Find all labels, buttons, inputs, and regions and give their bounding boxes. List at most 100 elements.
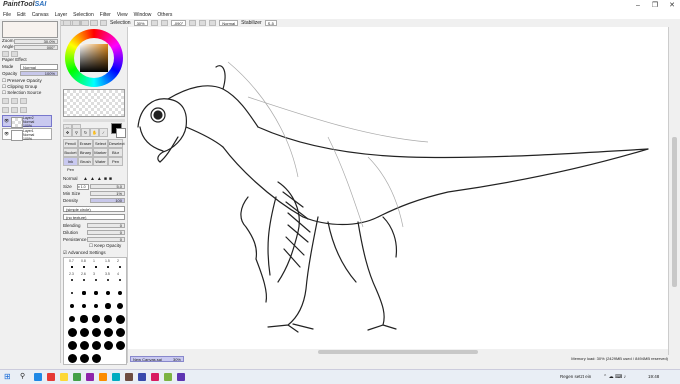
brush-size-dot[interactable] — [103, 314, 113, 324]
brush-size-dot[interactable] — [71, 266, 73, 268]
tool-select[interactable]: Select — [93, 139, 108, 148]
navigator-preview[interactable] — [2, 21, 58, 38]
zoom-in-button[interactable] — [160, 20, 168, 26]
size-multiplier-select[interactable]: x 1.0 — [77, 184, 89, 190]
brush-size-dot[interactable] — [81, 303, 87, 309]
tool-binary[interactable]: Binary — [78, 148, 93, 157]
search-icon[interactable]: ⚲ — [20, 373, 25, 381]
angle-slider[interactable]: 000° — [14, 45, 58, 50]
min-size-slider[interactable]: 1% — [90, 191, 125, 196]
dilution-slider[interactable]: 0 — [87, 230, 125, 235]
menu-filter[interactable]: Filter — [97, 11, 114, 19]
rotate-tool[interactable]: ↻ — [81, 128, 90, 137]
menu-window[interactable]: Window — [131, 11, 155, 19]
mode-select[interactable]: Normal — [219, 20, 239, 26]
secondary-color-swatch[interactable] — [116, 128, 126, 138]
brush-size-dot[interactable] — [118, 291, 122, 295]
brush-size-dot[interactable] — [68, 315, 76, 323]
brush-shape-selector[interactable]: ▲▲▲■■ — [83, 176, 114, 182]
size-slider[interactable]: 5.0 — [90, 184, 125, 189]
rotate-right-button[interactable] — [199, 20, 207, 26]
hsv-mode-button[interactable] — [81, 20, 89, 26]
brush-size-dot[interactable] — [119, 266, 121, 268]
brush-size-dot[interactable] — [79, 327, 89, 337]
tool-ink-pen[interactable]: Ink Pen — [63, 157, 78, 172]
taskbar-app-icon[interactable] — [73, 373, 81, 381]
menu-file[interactable]: File — [0, 11, 14, 19]
taskbar-app-icon[interactable] — [138, 373, 146, 381]
brush-size-dot[interactable] — [94, 278, 98, 282]
tool-brush[interactable]: Brush — [78, 157, 93, 166]
new-layer-button[interactable] — [2, 98, 9, 104]
taskbar-app-icon[interactable] — [60, 373, 68, 381]
taskbar-app-icon[interactable] — [151, 373, 159, 381]
vertical-scroll-thumb[interactable] — [672, 137, 677, 287]
scratchpad[interactable] — [63, 89, 125, 117]
layer-item-layer2[interactable]: 👁 Layer2 Normal 100% — [2, 115, 52, 128]
brush-shape-select[interactable]: (simple circle) — [63, 206, 125, 212]
blending-slider[interactable]: 0 — [87, 223, 125, 228]
opacity-slider[interactable]: 100% — [20, 71, 58, 76]
brush-size-dot[interactable] — [106, 278, 110, 282]
rgb-mode-button[interactable] — [72, 20, 80, 26]
paper-effect-label[interactable]: Paper Effect — [2, 57, 27, 63]
advanced-settings-checkbox[interactable]: ☑ Advanced Settings — [63, 250, 106, 256]
windows-start-icon[interactable]: ⊞ — [4, 373, 11, 381]
brush-size-dot[interactable] — [115, 327, 125, 337]
clear-layer-button[interactable] — [11, 107, 18, 113]
brush-size-dot[interactable] — [80, 315, 88, 323]
blend-mode-label[interactable]: Normal — [63, 176, 78, 182]
brush-size-dot[interactable] — [115, 340, 125, 350]
brush-size-dot[interactable] — [79, 340, 89, 350]
zoom-slider[interactable]: 30.0% — [14, 39, 58, 44]
brush-size-dot[interactable] — [70, 291, 74, 295]
brush-size-dot[interactable] — [91, 327, 101, 337]
brush-size-dot[interactable] — [103, 327, 113, 337]
brush-size-dot[interactable] — [118, 278, 122, 282]
eyedropper-tool[interactable]: ⁄ — [99, 128, 108, 137]
swatches-button[interactable] — [90, 20, 98, 26]
merge-down-button[interactable] — [2, 107, 9, 113]
tool-bucket[interactable]: Bucket — [63, 148, 78, 157]
menu-selection[interactable]: Selection — [70, 11, 97, 19]
brush-size-dot[interactable] — [71, 279, 73, 281]
brush-size-dot[interactable] — [117, 303, 123, 309]
brush-size-dot[interactable] — [105, 303, 111, 309]
show-selection-checkbox[interactable] — [100, 20, 107, 26]
brush-size-dot[interactable] — [107, 266, 109, 268]
menu-others[interactable]: Others — [154, 11, 175, 19]
tool-pen[interactable]: Pen — [108, 157, 123, 166]
brush-size-dot[interactable] — [91, 340, 101, 350]
eye-icon[interactable]: 👁 — [4, 131, 9, 136]
horizontal-scroll-thumb[interactable] — [318, 350, 478, 354]
brush-size-dot[interactable] — [91, 353, 101, 363]
taskbar-app-icon[interactable] — [164, 373, 172, 381]
taskbar-app-icon[interactable] — [34, 373, 42, 381]
selection-source-checkbox[interactable]: ☐ Selection Source — [2, 90, 41, 96]
brush-size-dot[interactable] — [93, 303, 99, 309]
brush-size-dot[interactable] — [115, 314, 125, 324]
rotation-field[interactable]: -090° — [170, 20, 187, 26]
brush-size-dot[interactable] — [92, 315, 100, 323]
close-icon[interactable]: ✕ — [664, 0, 680, 11]
document-tab[interactable]: New Canvas.sai 30% — [130, 356, 184, 362]
tool-pencil[interactable]: Pencil — [63, 139, 78, 148]
brush-size-dot[interactable] — [67, 327, 77, 337]
canvas[interactable] — [128, 27, 668, 353]
density-slider[interactable]: 100 — [90, 198, 125, 203]
layer-mode-select[interactable]: Normal — [20, 64, 58, 70]
brush-size-dot[interactable] — [95, 266, 97, 268]
tool-eraser[interactable]: Eraser — [78, 139, 93, 148]
brush-size-dot[interactable] — [79, 353, 89, 363]
menu-edit[interactable]: Edit — [14, 11, 29, 19]
menu-layer[interactable]: Layer — [52, 11, 71, 19]
menu-canvas[interactable]: Canvas — [29, 11, 52, 19]
vertical-scrollbar[interactable] — [668, 27, 680, 363]
brush-size-dot[interactable] — [69, 303, 75, 309]
color-wheel[interactable] — [65, 29, 123, 87]
tray-icons[interactable]: ⌃ ☁ ⌨ ♪ — [603, 374, 626, 380]
keep-opacity-checkbox[interactable]: ☐ Keep Opacity — [89, 243, 121, 249]
flip-button[interactable] — [209, 20, 217, 26]
brush-size-dot[interactable] — [106, 291, 110, 295]
saturation-value-square[interactable] — [80, 44, 108, 72]
